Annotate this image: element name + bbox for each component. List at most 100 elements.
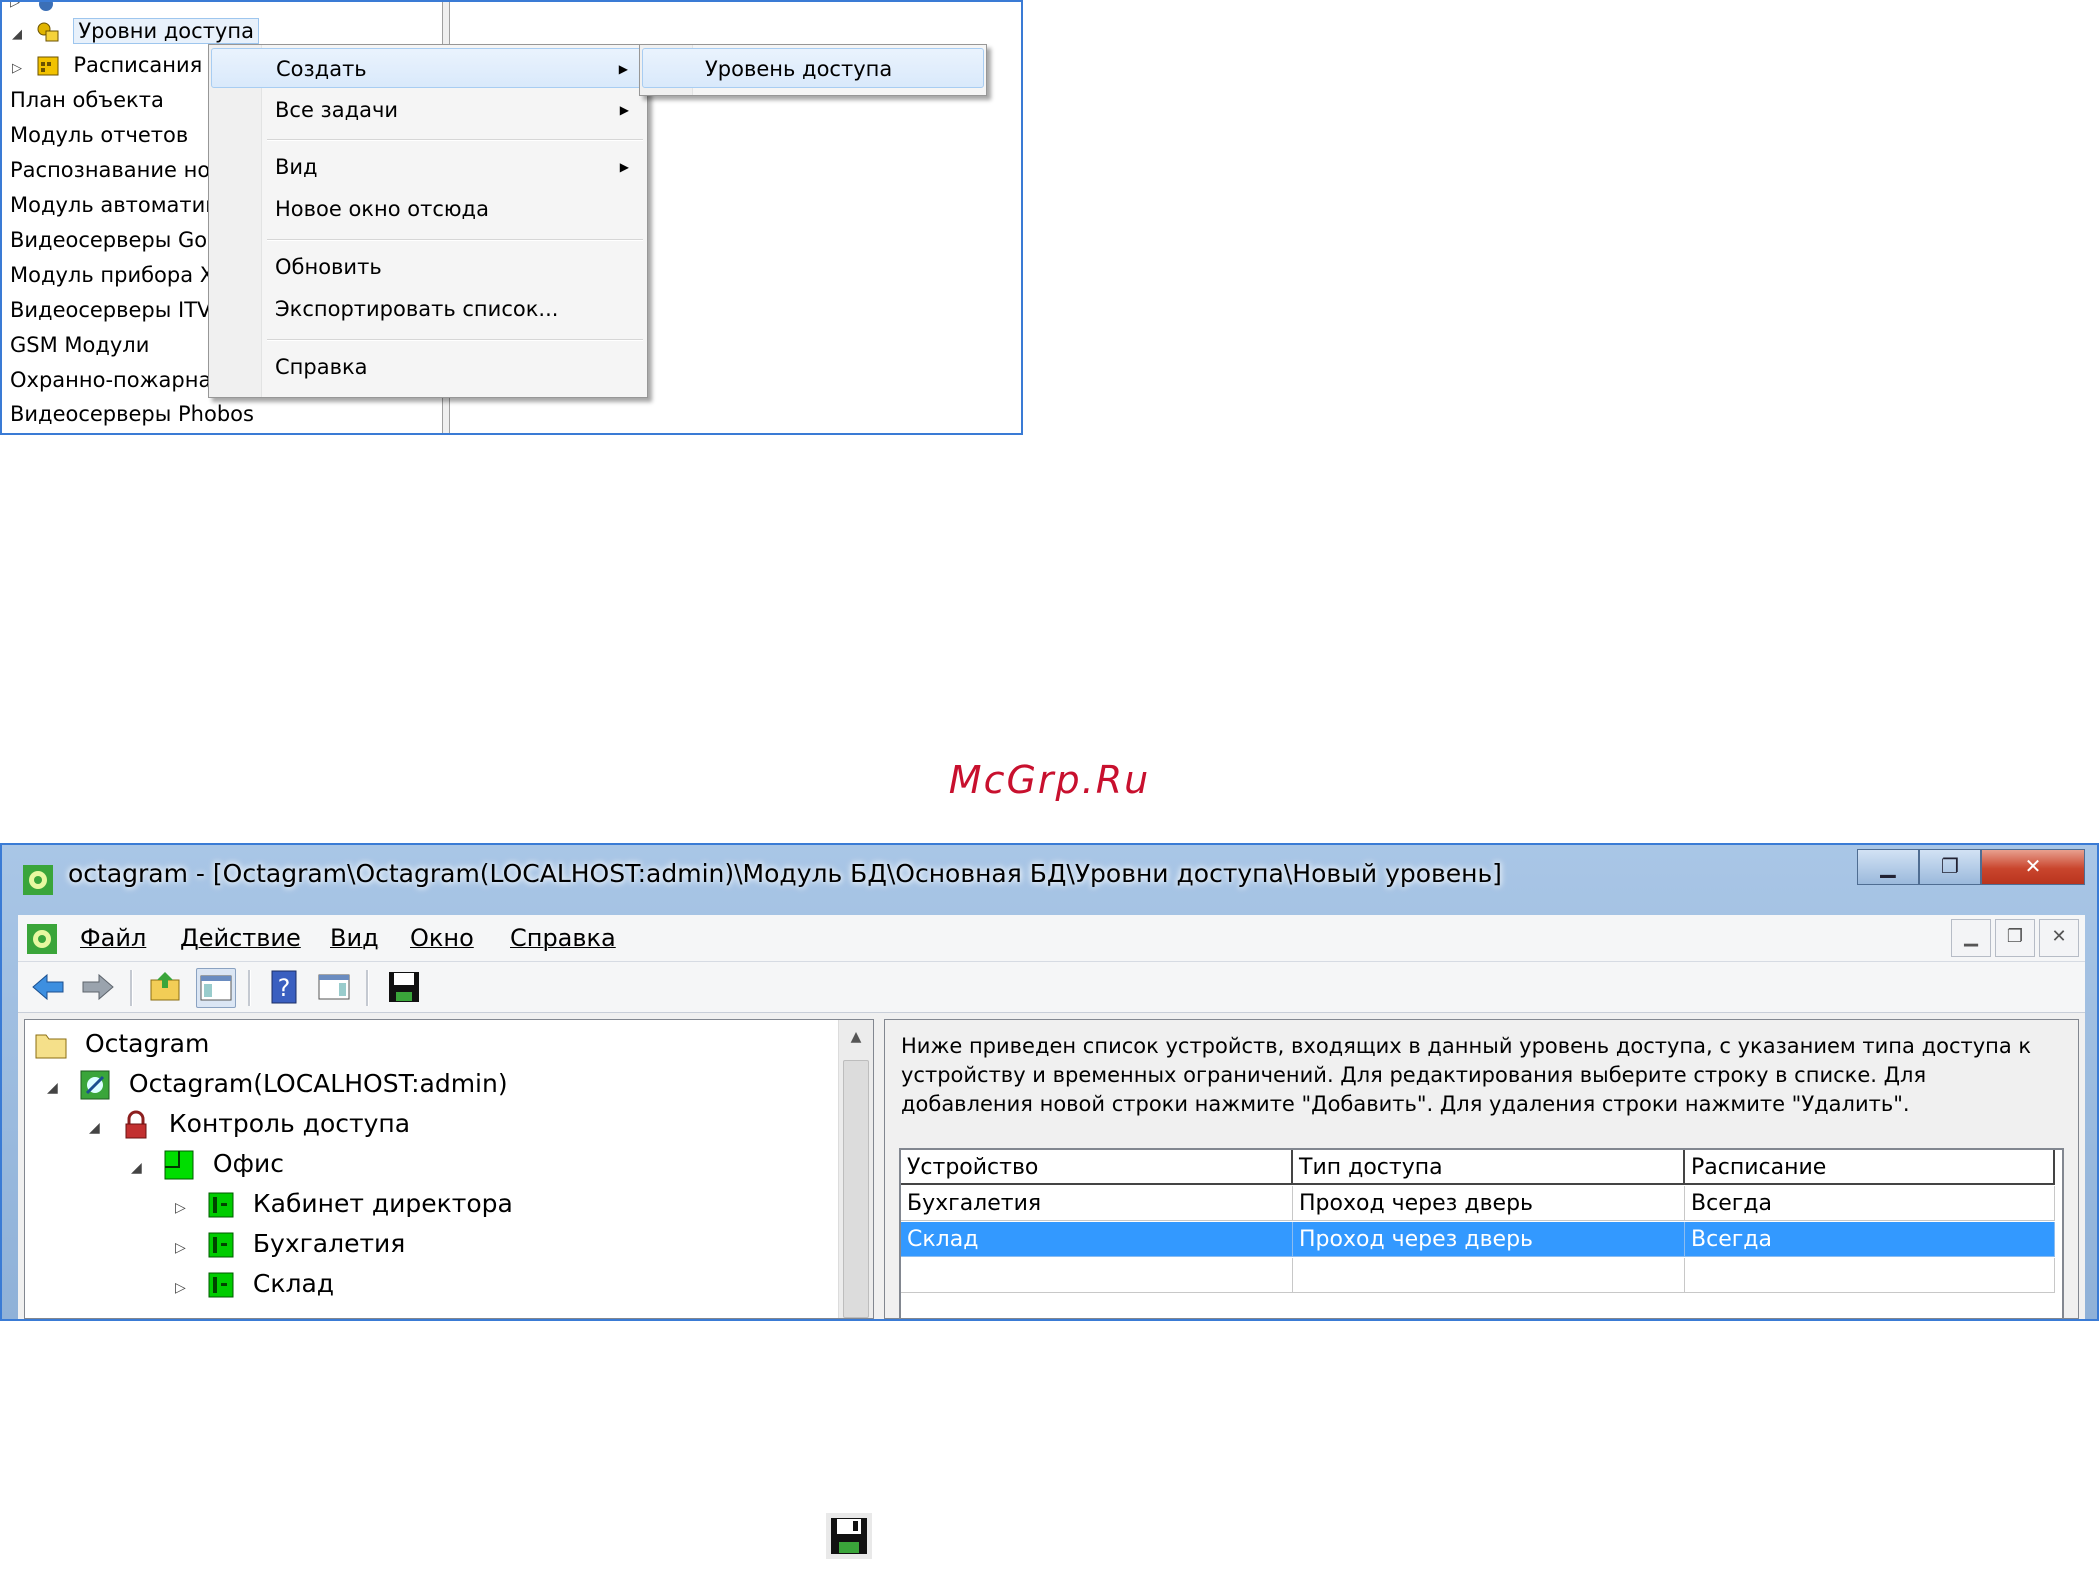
tree-item[interactable]: Модуль автоматик xyxy=(10,188,218,222)
minimize-button[interactable]: ▁ xyxy=(1857,849,1919,885)
table-cell[interactable]: Бухгалетия xyxy=(901,1186,1293,1221)
scroll-thumb[interactable] xyxy=(843,1060,869,1318)
scroll-up-icon[interactable]: ▲ xyxy=(839,1020,873,1054)
menu-item-view[interactable]: Вид ▶ xyxy=(211,147,645,187)
table-cell[interactable]: Всегда xyxy=(1685,1222,2055,1257)
expand-arrow-icon[interactable]: ◢ xyxy=(131,1148,155,1188)
menu-separator xyxy=(267,139,643,141)
up-folder-icon[interactable] xyxy=(146,968,186,1008)
show-hide-tree-icon[interactable] xyxy=(196,968,236,1008)
table-cell[interactable]: Проход через дверь xyxy=(1293,1186,1685,1221)
tree-item[interactable]: Распознавание но xyxy=(10,153,210,187)
lock-icon xyxy=(125,1110,147,1139)
server-icon xyxy=(80,1070,110,1100)
menu-item-all-tasks-label: Все задачи xyxy=(275,98,399,122)
submenu-arrow-icon: ▶ xyxy=(618,62,628,76)
table-cell[interactable] xyxy=(1685,1258,2055,1293)
table-cell[interactable] xyxy=(901,1258,1293,1293)
vertical-scrollbar[interactable]: ▲ xyxy=(838,1020,873,1318)
column-header[interactable]: Устройство xyxy=(901,1150,1293,1185)
door-icon xyxy=(208,1272,234,1298)
tree-label-access-control: Контроль доступа xyxy=(168,1109,411,1138)
submenu-create: Уровень доступа xyxy=(639,44,987,96)
save-icon[interactable] xyxy=(384,968,424,1008)
tree-item[interactable]: Охранно-пожарна xyxy=(10,363,211,397)
menu-item-create-label: Создать xyxy=(276,57,367,81)
table-row[interactable]: Бухгалетия Проход через дверь Всегда xyxy=(901,1186,2062,1221)
expand-arrow-icon[interactable]: ◢ xyxy=(47,1068,71,1108)
menu-file[interactable]: Файл xyxy=(80,921,146,955)
menu-item-refresh[interactable]: Обновить xyxy=(211,247,645,287)
menu-item-create[interactable]: Создать ▶ xyxy=(211,48,645,88)
menu-action[interactable]: Действие xyxy=(180,921,301,955)
mdi-minimize-button[interactable]: ▁ xyxy=(1951,919,1991,957)
expand-arrow-icon[interactable]: ◢ xyxy=(89,1108,113,1148)
menu-item-help[interactable]: Справка xyxy=(211,347,645,387)
mdi-buttons: ▁ ❐ ✕ xyxy=(1947,919,2079,957)
back-arrow-icon[interactable] xyxy=(28,968,68,1008)
tree-item-device[interactable]: ▷ Бухгалетия xyxy=(175,1224,405,1264)
description-text: Ниже приведен список устройств, входящих… xyxy=(901,1034,2032,1116)
table-cell[interactable]: Всегда xyxy=(1685,1186,2055,1221)
table-cell[interactable] xyxy=(1293,1258,1685,1293)
menu-separator xyxy=(267,339,643,341)
table-row-empty[interactable] xyxy=(901,1258,2062,1293)
menu-item-all-tasks[interactable]: Все задачи ▶ xyxy=(211,90,645,130)
console-tree: Octagram ◢ Octagram(LOCALHOST:admin) ◢ К… xyxy=(24,1019,874,1319)
collapse-arrow-icon[interactable]: ▷ xyxy=(175,1188,199,1228)
table-cell[interactable]: Проход через дверь xyxy=(1293,1222,1685,1257)
tree-item-device[interactable]: ▷ Склад xyxy=(175,1264,334,1304)
help-icon[interactable]: ? xyxy=(264,968,304,1008)
close-button[interactable]: ✕ xyxy=(1981,849,2085,885)
column-header[interactable]: Расписание xyxy=(1685,1150,2055,1185)
title-bar[interactable]: octagram - [Octagram\Octagram(LOCALHOST:… xyxy=(2,845,2097,913)
toolbar-separator xyxy=(130,970,133,1006)
table-cell[interactable]: Склад xyxy=(901,1222,1293,1257)
tree-label-device: Склад xyxy=(252,1269,335,1298)
tree-label-device: Кабинет директора xyxy=(252,1189,513,1218)
menu-view[interactable]: Вид xyxy=(330,921,379,955)
menu-item-export[interactable]: Экспортировать список... xyxy=(211,289,645,329)
toolbar-separator xyxy=(366,970,369,1006)
menu-help[interactable]: Справка xyxy=(510,921,616,955)
tree-item-server[interactable]: ◢ Octagram(LOCALHOST:admin) xyxy=(47,1064,508,1104)
save-icon xyxy=(826,1513,872,1559)
tree-item-office[interactable]: ◢ Офис xyxy=(131,1144,284,1184)
expand-arrow-icon[interactable]: ◢ xyxy=(12,18,28,52)
mdi-restore-button[interactable]: ❐ xyxy=(1995,919,2035,957)
menu-item-view-label: Вид xyxy=(275,155,318,179)
tree-item-schedules[interactable]: ▷ Расписания xyxy=(12,48,202,82)
table-row-selected[interactable]: Склад Проход через дверь Всегда xyxy=(901,1222,2062,1257)
forward-arrow-icon[interactable] xyxy=(78,968,118,1008)
tree-item-access-control[interactable]: ◢ Контроль доступа xyxy=(89,1104,410,1144)
tree-item[interactable]: Модуль отчетов xyxy=(10,118,188,152)
tree-item[interactable]: GSM Модули xyxy=(10,328,149,362)
tree-item-device[interactable]: ▷ Кабинет директора xyxy=(175,1184,513,1224)
context-menu-screenshot: ▷ ◢ Уровни доступа ▷ Расписания План объ… xyxy=(0,0,1023,435)
access-table: Устройство Тип доступа Расписание Бухгал… xyxy=(899,1148,2064,1318)
calendar-icon xyxy=(35,54,61,78)
collapse-arrow-icon[interactable]: ▷ xyxy=(175,1268,199,1308)
collapse-arrow-icon[interactable]: ▷ xyxy=(175,1228,199,1268)
tree-item[interactable]: Видеосерверы Goa xyxy=(10,223,220,257)
octagram-app-icon[interactable] xyxy=(26,923,58,955)
window-frame: octagram - [Octagram\Octagram(LOCALHOST:… xyxy=(2,845,2097,1319)
collapse-arrow-icon[interactable]: ▷ xyxy=(12,52,28,86)
tree-item[interactable]: Видеосерверы ITV/ xyxy=(10,293,218,327)
tree-item[interactable]: План объекта xyxy=(10,83,164,117)
door-icon xyxy=(208,1192,234,1218)
submenu-item-access-level[interactable]: Уровень доступа xyxy=(642,48,984,88)
mdi-close-button[interactable]: ✕ xyxy=(2039,919,2079,957)
toolbar-separator xyxy=(248,970,251,1006)
column-header[interactable]: Тип доступа xyxy=(1293,1150,1685,1185)
tree-item[interactable]: Модуль прибора Х xyxy=(10,258,214,292)
console-content: Octagram ◢ Octagram(LOCALHOST:admin) ◢ К… xyxy=(18,1013,2085,1319)
maximize-button[interactable]: ❐ xyxy=(1919,849,1981,885)
tree-item-root[interactable]: Octagram xyxy=(35,1024,209,1064)
tree-label-access-levels: Уровни доступа xyxy=(73,18,259,44)
tree-item[interactable]: Видеосерверы Phobos xyxy=(10,397,254,431)
menu-item-new-window[interactable]: Новое окно отсюда xyxy=(211,189,645,229)
tree-item-access-levels[interactable]: ◢ Уровни доступа xyxy=(12,14,259,48)
menu-window[interactable]: Окно xyxy=(410,921,474,955)
properties-icon[interactable] xyxy=(314,968,354,1008)
